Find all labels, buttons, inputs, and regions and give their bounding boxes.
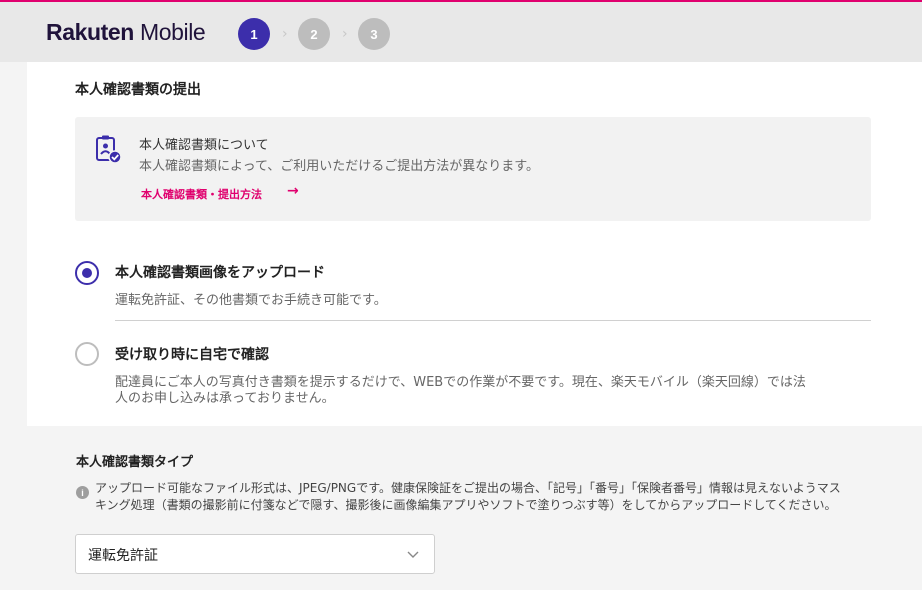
document-type-selected-value: 運転免許証 bbox=[88, 548, 158, 564]
info-title: 本人確認書類について bbox=[139, 138, 269, 153]
option-upload-description: 運転免許証、その他書類でお手続き可能です。 bbox=[115, 293, 387, 308]
info-icon: i bbox=[76, 486, 89, 499]
page-gutter bbox=[0, 62, 27, 590]
document-type-select[interactable]: 運転免許証 bbox=[75, 534, 435, 574]
document-methods-link[interactable]: 本人確認書類・提出方法 bbox=[141, 186, 262, 202]
step-indicator-2: 2 bbox=[298, 18, 330, 50]
upload-note-line-1: アップロード可能なファイル形式は、JPEG/PNGです。健康保険証をご提出の場合… bbox=[95, 481, 841, 495]
option-home-description-line-2: 人のお申し込みは承っておりません。 bbox=[115, 391, 335, 406]
chevron-down-icon bbox=[407, 551, 419, 558]
id-document-check-icon bbox=[96, 135, 122, 164]
info-description: 本人確認書類によって、ご利用いただけるご提出方法が異なります。 bbox=[139, 159, 540, 174]
radio-verify-at-home[interactable] bbox=[75, 342, 99, 366]
step-indicator-3: 3 bbox=[358, 18, 390, 50]
step-separator-chevron-icon: › bbox=[282, 26, 288, 42]
option-divider bbox=[115, 320, 871, 321]
document-type-title: 本人確認書類タイプ bbox=[76, 455, 194, 470]
step-separator-chevron-icon: › bbox=[342, 26, 348, 42]
main-panel: 本人確認書類の提出 本人確認書類について 本人確認書類によって、ご利用いただける… bbox=[27, 62, 922, 426]
id-document-info-box: 本人確認書類について 本人確認書類によって、ご利用いただけるご提出方法が異なりま… bbox=[75, 117, 871, 221]
upload-note-line-2: キング処理（書類の撮影前に付箋などで隠す、撮影後に画像編集アプリやソフトで塗りつ… bbox=[95, 498, 837, 512]
arrow-right-icon[interactable]: → bbox=[287, 183, 299, 199]
header-bar: Rakuten Mobile 1 › 2 › 3 bbox=[0, 2, 922, 62]
option-home-title[interactable]: 受け取り時に自宅で確認 bbox=[115, 344, 269, 364]
option-upload-title[interactable]: 本人確認書類画像をアップロード bbox=[115, 262, 325, 282]
step-indicator-1: 1 bbox=[238, 18, 270, 50]
rakuten-mobile-logo[interactable]: Rakuten Mobile bbox=[46, 19, 206, 46]
radio-upload-image[interactable] bbox=[75, 261, 99, 285]
section-title: 本人確認書類の提出 bbox=[75, 82, 201, 98]
